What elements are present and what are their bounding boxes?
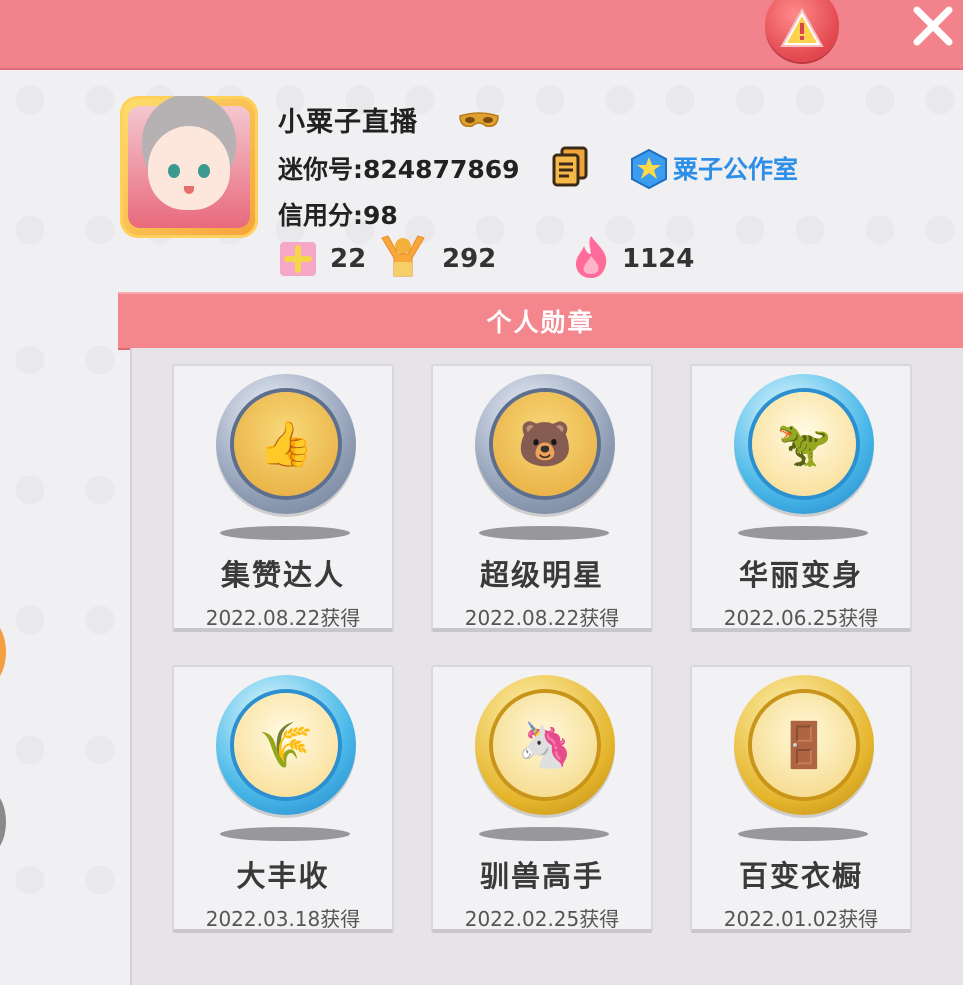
medal-date: 2022.08.22获得 (205, 606, 361, 630)
medal-card[interactable]: 🌾 大丰收 2022.03.18获得 (172, 665, 394, 933)
medal-date: 2022.01.02获得 (723, 907, 879, 931)
medal-panel-header: 个人勋章 (118, 292, 963, 348)
medal-badge: 🦖 (734, 374, 874, 514)
popularity-count: 1124 (622, 244, 695, 274)
avatar[interactable] (120, 96, 258, 238)
fans-cheer-icon (378, 232, 428, 284)
medal-badge: 🐻 (475, 374, 615, 514)
medal-name: 集赞达人 (220, 558, 345, 592)
credit-score: 信用分:98 (278, 201, 398, 230)
player-name: 小粟子直播 (278, 107, 418, 138)
medal-date: 2022.08.22获得 (464, 606, 620, 630)
warning-triangle-icon (780, 0, 824, 52)
mini-id: 迷你号:824877869 (278, 155, 520, 184)
dino-costume-icon: 🦖 (776, 419, 832, 470)
fans-count: 292 (442, 244, 497, 274)
studio-badge-icon (628, 148, 670, 194)
copy-icon[interactable] (550, 146, 590, 192)
like-count: 22 (330, 244, 367, 274)
medal-name: 华丽变身 (738, 558, 863, 592)
harvest-icon: 🌾 (258, 720, 314, 771)
medal-card[interactable]: 🚪 百变衣橱 2022.01.02获得 (690, 665, 912, 933)
like-plus-icon (278, 238, 318, 282)
medal-name: 驯兽高手 (479, 859, 604, 893)
close-x-icon (911, 4, 955, 52)
medal-name: 大丰收 (236, 859, 330, 893)
medal-name: 百变衣橱 (738, 859, 863, 893)
star-bear-icon: 🐻 (517, 419, 573, 470)
medal-badge: 🚪 (734, 675, 874, 815)
thumbs-up-icon: 👍 (258, 419, 314, 470)
medal-card[interactable]: 🦖 华丽变身 2022.06.25获得 (690, 364, 912, 632)
popularity-flame-icon (572, 234, 610, 284)
medal-name: 超级明星 (479, 558, 604, 592)
medal-card[interactable]: 🦄 驯兽高手 2022.02.25获得 (431, 665, 653, 933)
medal-badge: 🦄 (475, 675, 615, 815)
medal-date: 2022.03.18获得 (205, 907, 361, 931)
medal-card[interactable]: 👍 集赞达人 2022.08.22获得 (172, 364, 394, 632)
medal-date: 2022.02.25获得 (464, 907, 620, 931)
medal-badge: 🌾 (216, 675, 356, 815)
close-button[interactable] (905, 0, 961, 56)
unicorn-rider-icon: 🦄 (517, 720, 573, 771)
medal-card[interactable]: 🐻 超级明星 2022.08.22获得 (431, 364, 653, 632)
studio-link[interactable]: 粟子公作室 (673, 150, 798, 186)
medal-badge: 👍 (216, 374, 356, 514)
medal-panel-title: 个人勋章 (486, 308, 595, 337)
avatar-face (148, 126, 230, 210)
medal-date: 2022.06.25获得 (723, 606, 879, 630)
wardrobe-icon: 🚪 (776, 720, 832, 771)
mask-icon (458, 112, 500, 134)
